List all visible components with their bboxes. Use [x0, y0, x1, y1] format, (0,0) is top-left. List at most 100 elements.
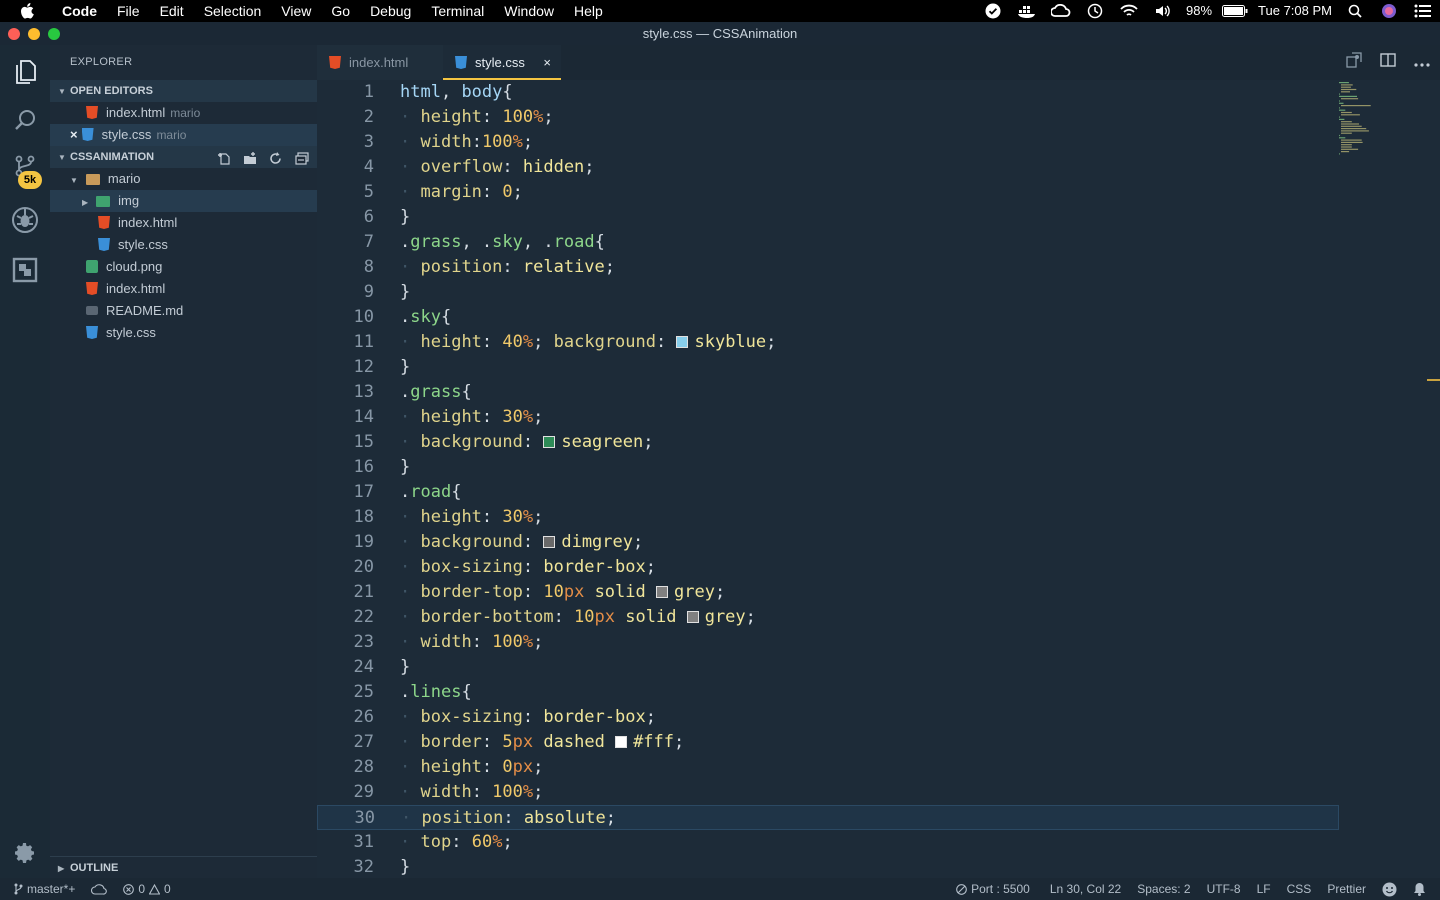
close-tab-icon[interactable]: × — [543, 45, 551, 80]
refresh-icon[interactable] — [269, 151, 283, 164]
code-line[interactable]: 5 · margin: 0; — [317, 180, 1339, 205]
checkmark-status-icon[interactable] — [976, 0, 1010, 22]
more-actions-icon[interactable] — [1414, 54, 1430, 72]
minimap[interactable] — [1339, 80, 1399, 170]
line-ending[interactable]: LF — [1249, 878, 1279, 900]
formatter[interactable]: Prettier — [1319, 878, 1374, 900]
outline-header[interactable]: ▶ OUTLINE — [50, 856, 317, 878]
code-line[interactable]: 20 · box-sizing: border-box; — [317, 555, 1339, 580]
code-line[interactable]: 1 html, body{ — [317, 80, 1339, 105]
open-changes-icon[interactable] — [1346, 52, 1362, 73]
code-line[interactable]: 27 · border: 5px dashed #fff; — [317, 730, 1339, 755]
apple-icon[interactable] — [18, 2, 36, 20]
open-editors-header[interactable]: ▼ OPEN EDITORS — [50, 80, 317, 102]
code-line[interactable]: 23 · width: 100%; — [317, 630, 1339, 655]
minimap-line — [1341, 146, 1352, 148]
code-line[interactable]: 6} — [317, 205, 1339, 230]
code-line[interactable]: 10 .sky{ — [317, 305, 1339, 330]
tab-index-html[interactable]: index.html — [317, 45, 443, 80]
menu-edit[interactable]: Edit — [150, 0, 194, 22]
time-machine-icon[interactable] — [1078, 0, 1112, 22]
code-line[interactable]: 9} — [317, 280, 1339, 305]
notifications-bell-icon[interactable] — [1405, 882, 1440, 896]
code-line[interactable]: 7 .grass, .sky, .road{ — [317, 230, 1339, 255]
extensions-icon[interactable] — [0, 245, 50, 295]
menu-go[interactable]: Go — [321, 0, 360, 22]
language-mode[interactable]: CSS — [1279, 878, 1320, 900]
indentation[interactable]: Spaces: 2 — [1129, 878, 1198, 900]
code-line-current[interactable]: 30 · position: absolute; — [317, 805, 1339, 830]
code-line[interactable]: 12} — [317, 355, 1339, 380]
siri-icon[interactable] — [1372, 0, 1406, 22]
collapse-all-icon[interactable] — [295, 151, 309, 165]
code-line[interactable]: 31 · top: 60%; — [317, 830, 1339, 855]
explorer-icon[interactable] — [0, 47, 50, 97]
code-editor[interactable]: 1 html, body{2 · height: 100%; 3 · width:100… — [317, 80, 1440, 878]
tree-file-readme-md[interactable]: README.md — [50, 300, 317, 322]
open-editor-item-index-html[interactable]: index.html mario — [50, 102, 317, 124]
code-line[interactable]: 29 · width: 100%; — [317, 780, 1339, 805]
notification-center-icon[interactable] — [1406, 0, 1440, 22]
tree-file-style-css[interactable]: style.css — [50, 322, 317, 344]
menu-view[interactable]: View — [271, 0, 321, 22]
tree-folder-mario[interactable]: ▼ mario — [50, 168, 317, 190]
code-line[interactable]: 3 · width:100%; — [317, 130, 1339, 155]
encoding[interactable]: UTF-8 — [1199, 878, 1249, 900]
code-line[interactable]: 13 .grass{ — [317, 380, 1339, 405]
split-editor-icon[interactable] — [1380, 53, 1396, 72]
code-line[interactable]: 26 · box-sizing: border-box; — [317, 705, 1339, 730]
code-line[interactable]: 22 · border-bottom: 10px solid grey; — [317, 605, 1339, 630]
tree-folder-img[interactable]: ▶ img — [50, 190, 317, 212]
clock[interactable]: Tue 7:08 PM — [1252, 0, 1338, 22]
code-line[interactable]: 28 · height: 0px; — [317, 755, 1339, 780]
menu-app-name[interactable]: Code — [52, 0, 107, 22]
live-server-status[interactable]: Port : 5500 — [948, 878, 1038, 900]
tree-file-cloud-png[interactable]: cloud.png — [50, 256, 317, 278]
tree-file-mario-style-css[interactable]: style.css — [50, 234, 317, 256]
code-line[interactable]: 32} — [317, 855, 1339, 880]
debug-icon[interactable] — [0, 195, 50, 245]
code-line[interactable]: 19 · background: dimgrey; — [317, 530, 1339, 555]
settings-gear-icon[interactable] — [0, 828, 50, 878]
code-line[interactable]: 8 · position: relative; — [317, 255, 1339, 280]
menu-selection[interactable]: Selection — [194, 0, 272, 22]
open-editor-item-style-css[interactable]: × style.css mario — [50, 124, 317, 146]
new-file-icon[interactable] — [217, 151, 231, 165]
sync-icon[interactable] — [83, 883, 115, 895]
code-line[interactable]: 15 · background: seagreen; — [317, 430, 1339, 455]
wifi-icon[interactable] — [1112, 0, 1146, 22]
code-line[interactable]: 16} — [317, 455, 1339, 480]
docker-icon[interactable] — [1010, 0, 1044, 22]
problems-status[interactable]: 0 0 — [115, 878, 178, 900]
code-line[interactable]: 18 · height: 30%; — [317, 505, 1339, 530]
spotlight-search-icon[interactable] — [1338, 0, 1372, 22]
search-icon[interactable] — [0, 95, 50, 145]
menu-debug[interactable]: Debug — [360, 0, 421, 22]
tab-style-css[interactable]: style.css × — [443, 45, 561, 80]
volume-icon[interactable] — [1146, 0, 1180, 22]
code-line[interactable]: 24} — [317, 655, 1339, 680]
tree-file-mario-index-html[interactable]: index.html — [50, 212, 317, 234]
code-line[interactable]: 2 · height: 100%; — [317, 105, 1339, 130]
menu-window[interactable]: Window — [494, 0, 564, 22]
code-line[interactable]: 21 · border-top: 10px solid grey; — [317, 580, 1339, 605]
code-text: .lines{ — [400, 682, 472, 702]
menu-terminal[interactable]: Terminal — [421, 0, 494, 22]
creative-cloud-icon[interactable] — [1044, 0, 1078, 22]
menu-file[interactable]: File — [107, 0, 150, 22]
menu-help[interactable]: Help — [564, 0, 613, 22]
branch-status[interactable]: master*+ — [0, 878, 83, 900]
tree-file-index-html[interactable]: index.html — [50, 278, 317, 300]
line-number: 9 — [363, 282, 374, 302]
code-line[interactable]: 14 · height: 30%; — [317, 405, 1339, 430]
code-line[interactable]: 25 .lines{ — [317, 680, 1339, 705]
new-folder-icon[interactable] — [243, 151, 257, 164]
code-line[interactable]: 17 .road{ — [317, 480, 1339, 505]
project-header[interactable]: ▼ CSSANIMATION — [50, 146, 317, 168]
code-line[interactable]: 4 · overflow: hidden; — [317, 155, 1339, 180]
battery-icon[interactable] — [1218, 0, 1252, 22]
cursor-position[interactable]: Ln 30, Col 22 — [1042, 878, 1129, 900]
feedback-smiley-icon[interactable] — [1374, 882, 1405, 897]
code-line[interactable]: 11 · height: 40%; background: skyblue; — [317, 330, 1339, 355]
close-icon[interactable]: × — [70, 127, 78, 142]
